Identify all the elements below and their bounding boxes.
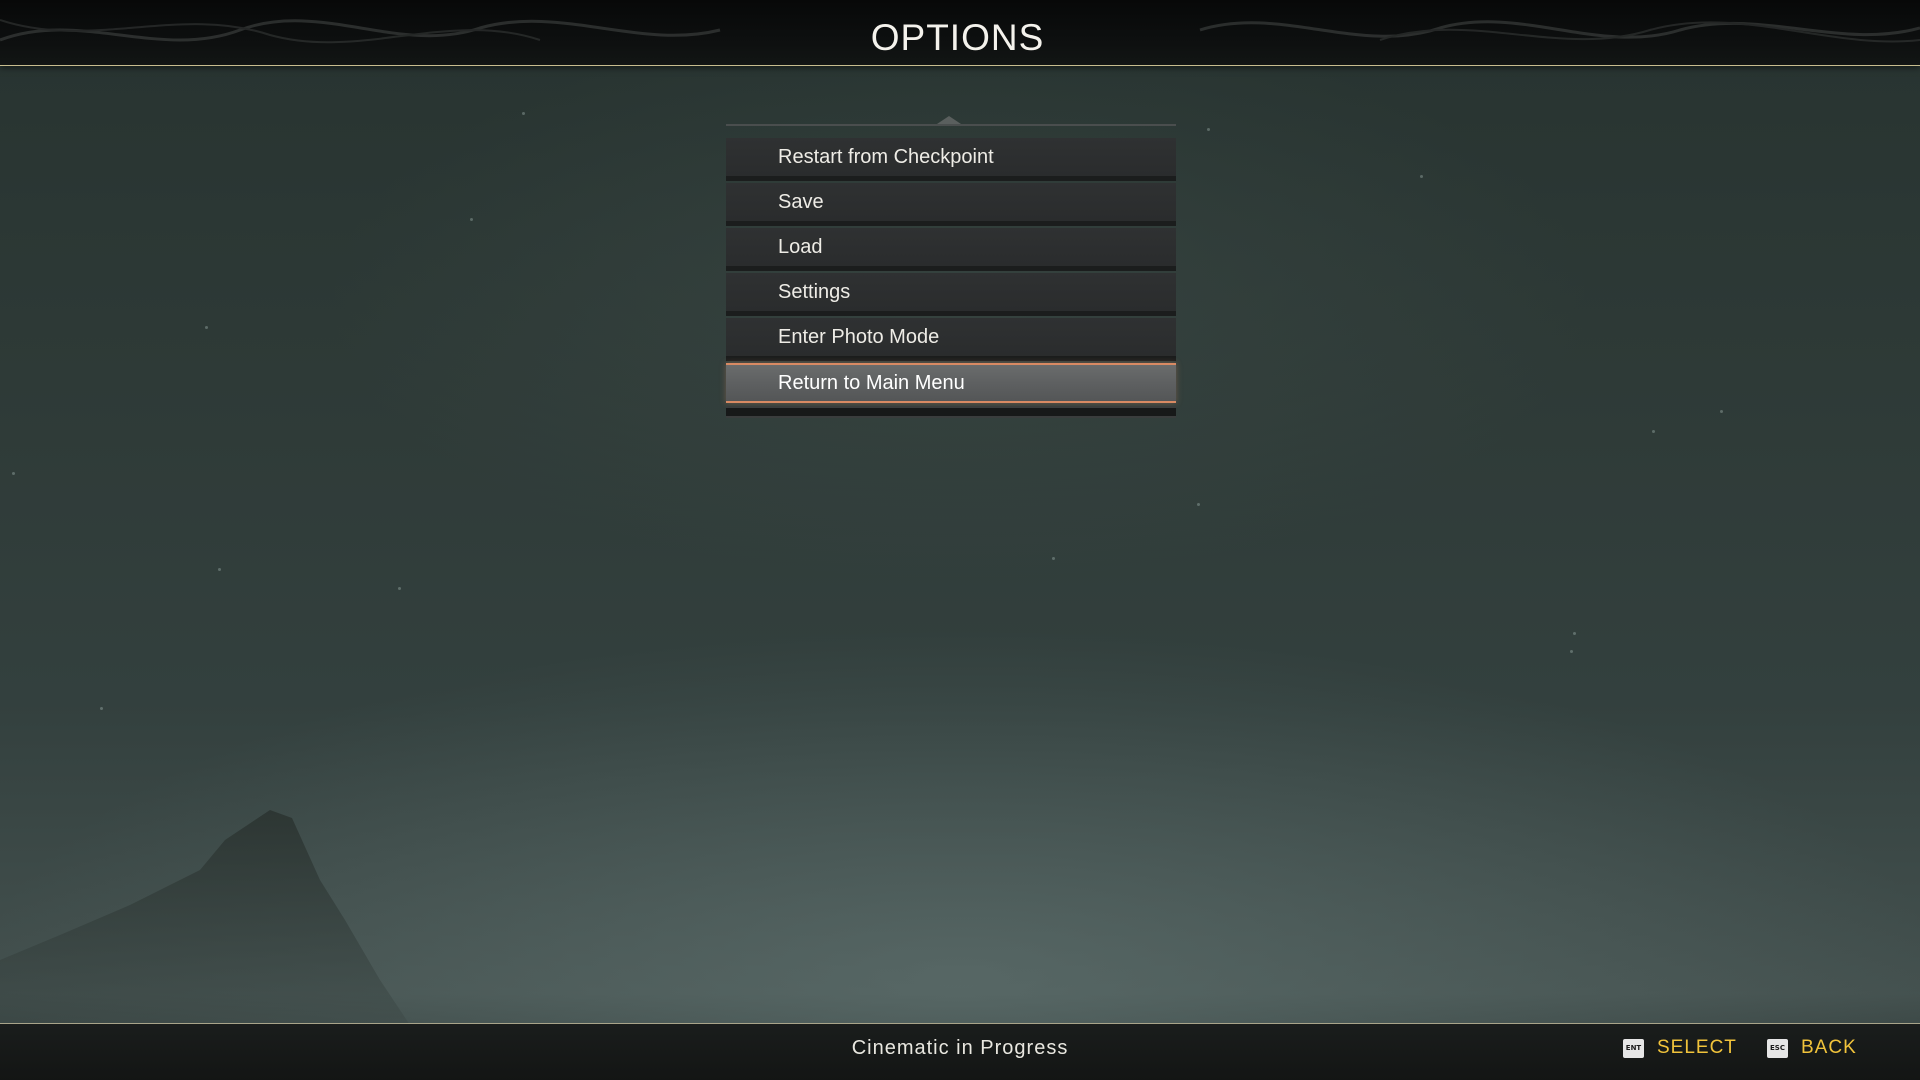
particle: [1720, 410, 1723, 413]
menu-item-save[interactable]: Save: [726, 183, 1176, 226]
menu-item-label: Load: [778, 236, 823, 258]
particle: [1570, 650, 1573, 653]
particle: [1652, 430, 1655, 433]
particle: [470, 218, 473, 221]
select-label: SELECT: [1657, 1037, 1737, 1058]
footer-bar: Cinematic in Progress ENT SELECT ESC BAC…: [0, 1023, 1920, 1080]
game-options-screen: OPTIONS Restart from Checkpoint Save Loa…: [0, 0, 1920, 1080]
menu-item-label: Settings: [778, 281, 851, 303]
particle: [218, 568, 221, 571]
particle: [12, 472, 15, 475]
escape-key-icon: ESC: [1767, 1038, 1788, 1058]
menu-item-label: Enter Photo Mode: [778, 326, 940, 348]
options-menu: Restart from Checkpoint Save Load Settin…: [726, 116, 1176, 418]
header-bar: OPTIONS: [0, 0, 1920, 66]
particle: [522, 112, 525, 115]
menu-item-load[interactable]: Load: [726, 228, 1176, 271]
menu-item-return-to-main-menu[interactable]: Return to Main Menu: [726, 363, 1176, 403]
menu-item-label: Restart from Checkpoint: [778, 146, 994, 168]
enter-key-icon: ENT: [1623, 1038, 1644, 1058]
menu-item-label: Return to Main Menu: [778, 372, 965, 394]
particle: [1573, 632, 1576, 635]
menu-item-settings[interactable]: Settings: [726, 273, 1176, 316]
mountain-silhouette: [0, 810, 460, 1080]
particle: [1207, 128, 1210, 131]
back-prompt[interactable]: ESC BACK: [1767, 1035, 1857, 1061]
menu-bottom-border: [726, 406, 1176, 418]
menu-item-label: Save: [778, 191, 824, 213]
particle: [1420, 175, 1423, 178]
menu-top-border: [726, 124, 1176, 126]
menu-item-restart-from-checkpoint[interactable]: Restart from Checkpoint: [726, 138, 1176, 181]
particle: [100, 707, 103, 710]
particle: [1052, 557, 1055, 560]
back-label: BACK: [1801, 1037, 1857, 1058]
menu-pointer-notch: [937, 116, 961, 124]
particle: [398, 587, 401, 590]
menu-item-enter-photo-mode[interactable]: Enter Photo Mode: [726, 318, 1176, 361]
particle: [1197, 503, 1200, 506]
page-title: OPTIONS: [870, 17, 1045, 58]
select-prompt[interactable]: ENT SELECT: [1623, 1035, 1737, 1061]
particle: [205, 326, 208, 329]
